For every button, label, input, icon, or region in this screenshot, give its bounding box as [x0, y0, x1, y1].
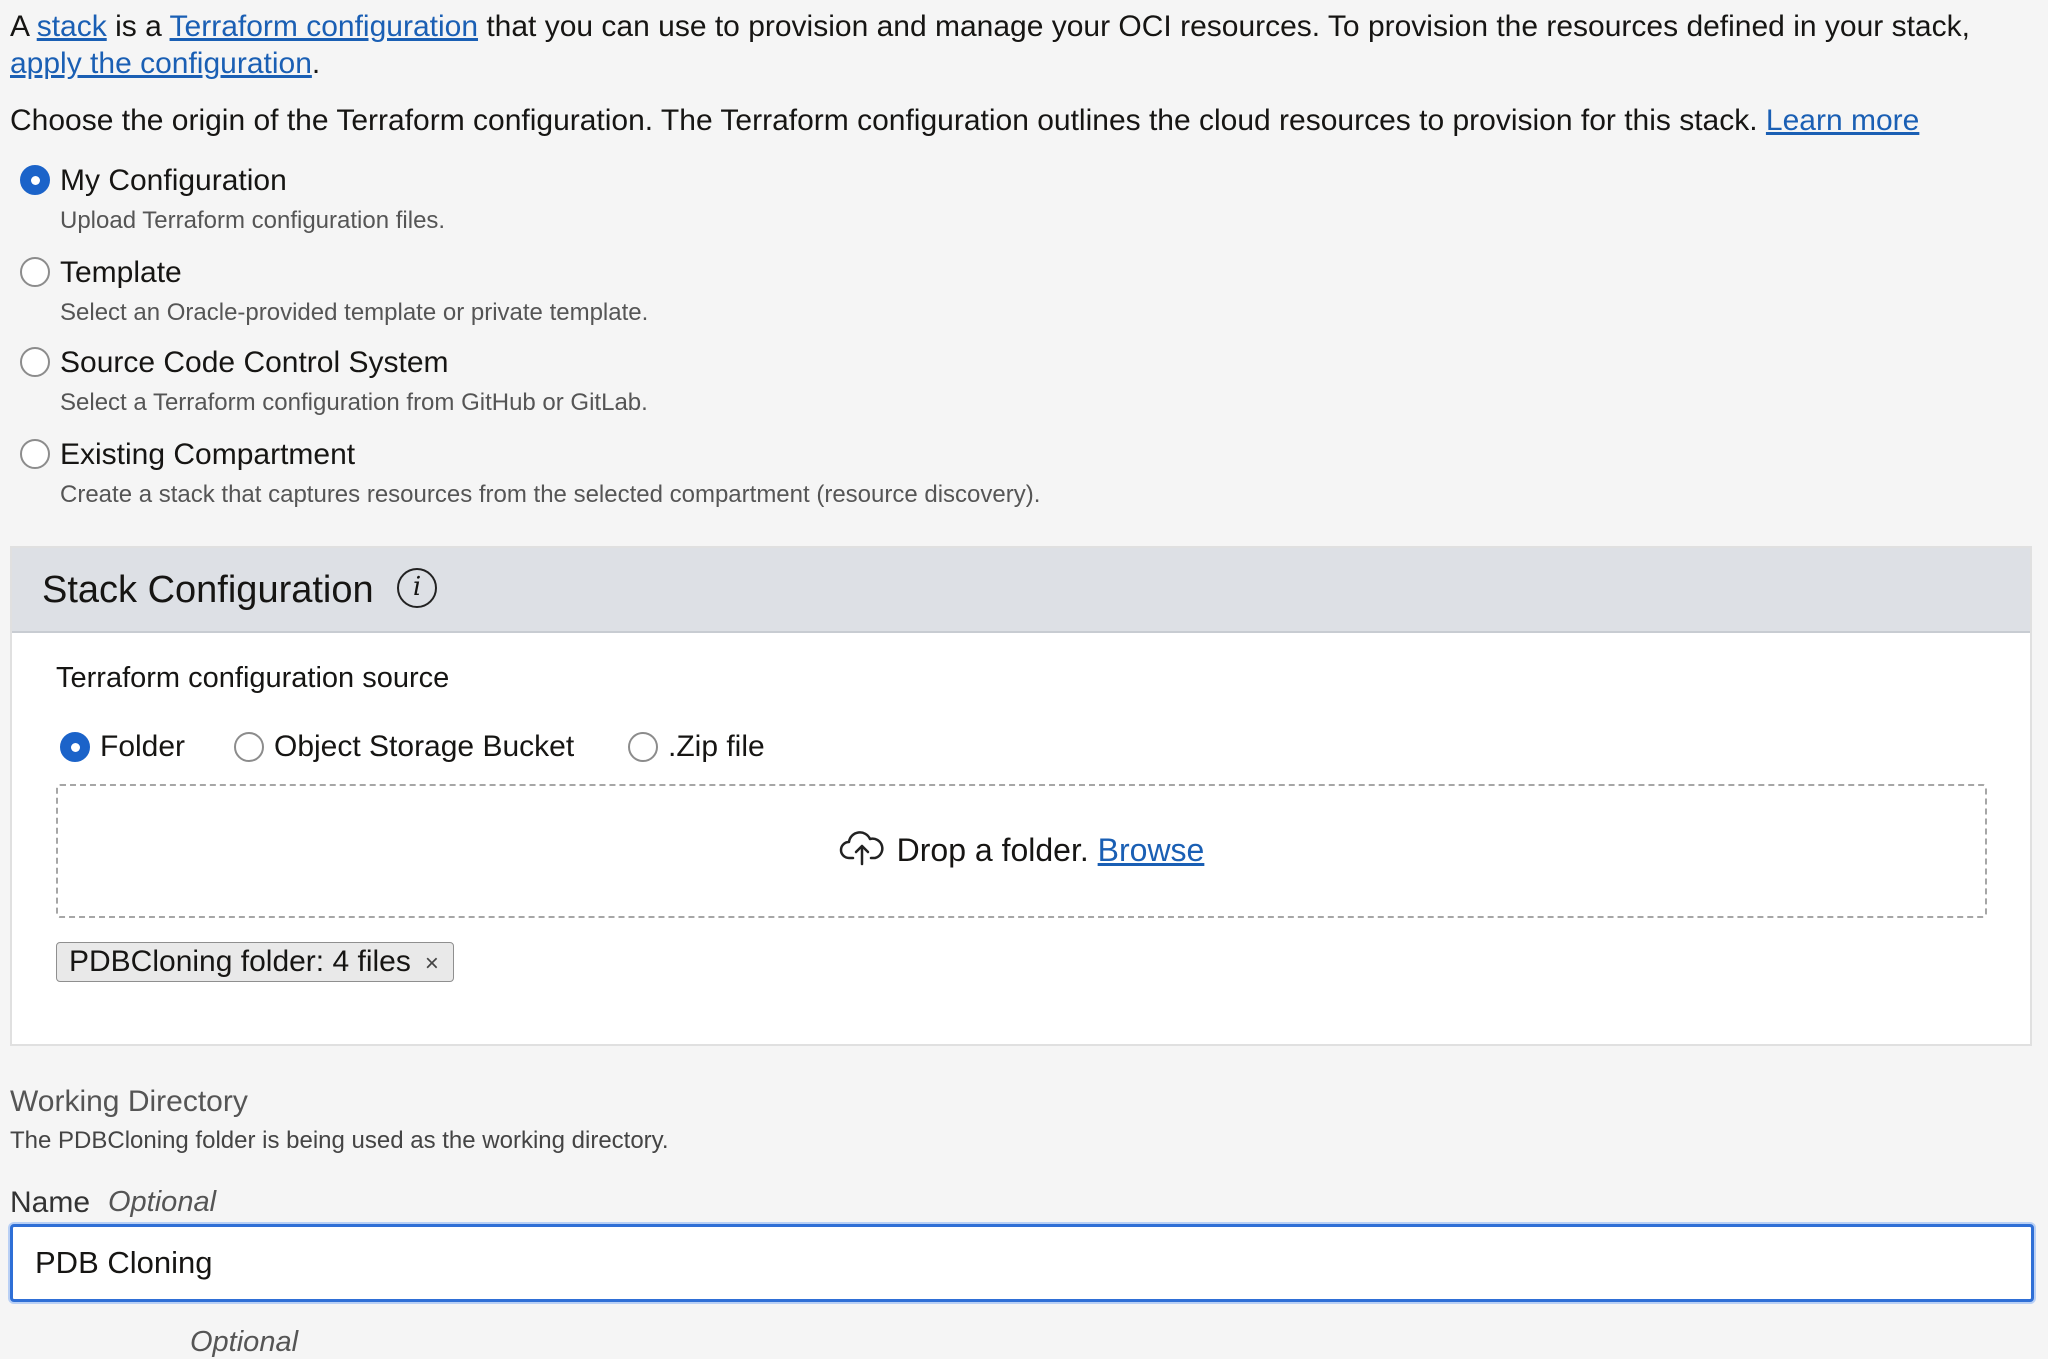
folder-dropzone[interactable]: Drop a folder. Browse	[56, 784, 1987, 918]
working-directory-description: The PDBCloning folder is being used as t…	[10, 1127, 669, 1154]
intro-text: is a	[106, 10, 170, 43]
option-label: Template	[60, 256, 182, 289]
option-description: Select an Oracle-provided template or pr…	[60, 299, 649, 326]
option-description: Select a Terraform configuration from Gi…	[60, 389, 648, 416]
dropzone-content: Drop a folder. Browse	[58, 830, 1985, 875]
uploaded-folder-chip: PDBCloning folder: 4 files ×	[56, 942, 454, 982]
option-label: Source Code Control System	[60, 346, 449, 379]
radio-button-selected[interactable]	[20, 165, 50, 195]
name-input[interactable]	[10, 1224, 2034, 1302]
config-source-label: Terraform configuration source	[56, 662, 450, 694]
drop-text: Drop a folder.	[896, 832, 1089, 868]
option-label: Object Storage Bucket	[274, 730, 575, 763]
working-directory-title: Working Directory	[10, 1085, 248, 1118]
radio-button-selected[interactable]	[60, 732, 90, 762]
panel-header: Stack Configuration i	[12, 548, 2030, 633]
browse-link[interactable]: Browse	[1098, 832, 1205, 868]
info-icon[interactable]: i	[397, 568, 437, 608]
intro-text: A	[10, 10, 37, 43]
option-description: Upload Terraform configuration files.	[60, 207, 446, 234]
origin-description: Choose the origin of the Terraform confi…	[10, 101, 2030, 141]
close-icon[interactable]: ×	[425, 945, 439, 983]
origin-text: Choose the origin of the Terraform confi…	[10, 104, 1766, 137]
radio-button[interactable]	[20, 257, 50, 287]
intro-text: that you can use to provision and manage…	[478, 10, 1970, 43]
stack-link[interactable]: stack	[37, 10, 107, 43]
panel-title: Stack Configuration	[42, 569, 374, 611]
option-description: Create a stack that captures resources f…	[60, 481, 1041, 508]
intro-text: .	[311, 47, 321, 80]
terraform-configuration-link[interactable]: Terraform configuration	[170, 10, 478, 43]
learn-more-link[interactable]: Learn more	[1766, 104, 1919, 137]
option-label: Existing Compartment	[60, 438, 356, 471]
option-label: .Zip file	[668, 730, 765, 763]
name-label: Name	[10, 1186, 91, 1219]
radio-button[interactable]	[628, 732, 658, 762]
option-label: Folder	[100, 730, 186, 763]
option-label: My Configuration	[60, 164, 287, 197]
next-field-optional-hint: Optional	[190, 1326, 299, 1358]
cloud-upload-icon	[839, 830, 885, 875]
intro-paragraph: A stack is a Terraform configuration tha…	[10, 8, 2010, 82]
radio-button[interactable]	[20, 439, 50, 469]
apply-configuration-link[interactable]: apply the configuration	[10, 47, 312, 80]
name-optional-hint: Optional	[108, 1186, 217, 1218]
stack-configuration-panel: Stack Configuration i Terraform configur…	[10, 546, 2032, 1046]
radio-button[interactable]	[20, 347, 50, 377]
chip-label: PDBCloning folder: 4 files	[69, 945, 411, 978]
radio-button[interactable]	[234, 732, 264, 762]
